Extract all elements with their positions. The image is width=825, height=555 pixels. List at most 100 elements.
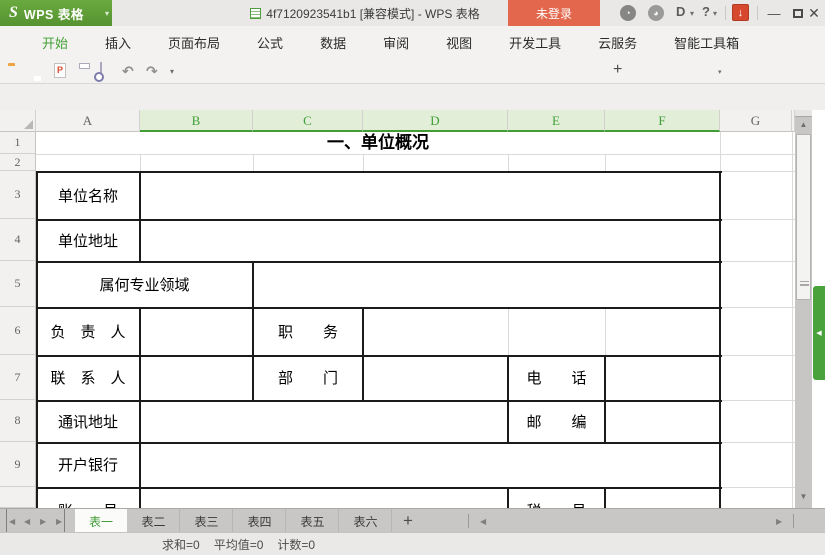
count-stat: 计数=0 (277, 537, 316, 552)
wps-logo-icon: S (9, 4, 18, 21)
redo-icon[interactable]: ↷ (146, 64, 158, 78)
cell-row10-left-label-clipped[interactable]: 账 号 (38, 489, 138, 509)
cell-person-in-charge-label[interactable]: 负 责 人 (38, 309, 138, 353)
selection-statistics: 求和=0 平均值=0 计数=0 (162, 533, 315, 555)
menu-tab-developer[interactable]: 开发工具 (509, 33, 561, 52)
scroll-down-icon[interactable]: ▼ (795, 492, 812, 501)
thumb-grip-icon (800, 281, 809, 286)
prev-sheet-icon[interactable]: ◀ (24, 509, 30, 533)
minimize-button[interactable]: — (762, 0, 786, 26)
ribbon-menu-bar: 开始 插入 页面布局 公式 数据 审阅 视图 开发工具 云服务 智能工具箱 (0, 26, 825, 58)
menu-tab-insert[interactable]: 插入 (105, 33, 131, 52)
menu-tab-home[interactable]: 开始 (42, 33, 68, 52)
download-icon[interactable]: ↓ (732, 4, 749, 21)
sheet-tab-3[interactable]: 表三 (181, 509, 233, 533)
cell-row10-right-label-clipped[interactable]: 税 号 (510, 489, 603, 509)
sheet-tab-6[interactable]: 表六 (340, 509, 392, 533)
divider (757, 6, 758, 20)
formula-bar: B12 ▾ fx (0, 84, 825, 193)
menu-tab-review[interactable]: 审阅 (383, 33, 409, 52)
column-header-d[interactable]: D (363, 110, 508, 132)
login-button[interactable]: 未登录 (508, 0, 600, 26)
undo-icon[interactable]: ↶ (122, 64, 134, 78)
sum-stat: 求和=0 (162, 537, 200, 552)
sheet-tab-2[interactable]: 表二 (128, 509, 180, 533)
skin-caret-icon[interactable]: ▾ (690, 9, 694, 18)
toolbar-more-icon[interactable]: ▾ (170, 67, 174, 76)
cell-unit-address-label[interactable]: 单位地址 (38, 221, 138, 259)
worksheet-section-title[interactable]: 一、单位概况 (36, 132, 720, 154)
hscroll-left-icon[interactable]: ◀ (480, 509, 486, 533)
vertical-scrollbar-thumb[interactable] (796, 134, 811, 300)
close-button[interactable]: ✕ (802, 0, 825, 26)
row-header-7[interactable]: 7 (0, 355, 36, 400)
split-handle[interactable] (468, 514, 469, 528)
row-header-8[interactable]: 8 (0, 400, 36, 442)
collapse-arrow-icon: ◀ (816, 330, 822, 337)
next-sheet-icon[interactable]: ▶ (40, 509, 46, 533)
sheet-tab-bar: ◀ ◀ ▶ ▶ 表一 表二 表三 表四 表五 表六 + ◀ | | | ▶ (0, 508, 825, 533)
cell-phone-label[interactable]: 电 话 (510, 357, 603, 398)
cell-postal-code-label[interactable]: 邮 编 (510, 402, 603, 440)
cell-contact-person-label[interactable]: 联 系 人 (38, 357, 138, 398)
column-header-c[interactable]: C (253, 110, 363, 132)
menu-tab-page-layout[interactable]: 页面布局 (168, 33, 220, 52)
column-header-g[interactable]: G (720, 110, 792, 132)
divider (725, 6, 726, 20)
split-handle[interactable] (793, 514, 794, 528)
scroll-up-icon[interactable]: ▲ (795, 120, 812, 129)
skin-icon[interactable]: D (676, 4, 685, 19)
menu-tab-cloud[interactable]: 云服务 (598, 33, 637, 52)
cell-professional-field-label[interactable]: 属何专业领域 (38, 263, 251, 305)
average-stat: 平均值=0 (213, 537, 264, 552)
title-bar: S WPS 表格 ▾ 4f7120923541b1 [兼容模式] - WPS 表… (0, 0, 825, 26)
sheet-tab-5[interactable]: 表五 (287, 509, 339, 533)
print-preview-icon[interactable] (100, 62, 102, 81)
sheet-tab-4[interactable]: 表四 (234, 509, 286, 533)
new-document-tab-button[interactable]: + (613, 61, 622, 79)
menu-tab-view[interactable]: 视图 (446, 33, 472, 52)
column-header-e[interactable]: E (508, 110, 605, 132)
column-header-f[interactable]: F (605, 110, 720, 132)
cell-unit-name-label[interactable]: 单位名称 (38, 173, 138, 217)
window-title-text: 4f7120923541b1 [兼容模式] - WPS 表格 (266, 6, 480, 21)
row-header-3[interactable]: 3 (0, 171, 36, 219)
first-sheet-icon[interactable]: ◀ (6, 509, 15, 533)
cell-position-label[interactable]: 职 务 (255, 309, 361, 353)
select-all-corner[interactable] (0, 110, 36, 132)
sheet-tab-1[interactable]: 表一 (75, 509, 127, 533)
menu-tab-formulas[interactable]: 公式 (257, 33, 283, 52)
hscroll-right-icon[interactable]: ▶ (776, 509, 782, 533)
help-icon[interactable]: ? (702, 4, 710, 19)
wps-spreadsheet-window: S WPS 表格 ▾ 4f7120923541b1 [兼容模式] - WPS 表… (0, 0, 825, 555)
select-all-triangle-icon (24, 120, 33, 129)
row-header-4[interactable]: 4 (0, 219, 36, 261)
export-pdf-icon[interactable]: P (54, 63, 66, 78)
menu-tab-smart-toolbox[interactable]: 智能工具箱 (674, 33, 739, 52)
spreadsheet-grid: A B C D E F G 1 2 3 4 5 6 7 8 9 一、单位概况 单… (0, 110, 825, 508)
menu-tab-data[interactable]: 数据 (320, 33, 346, 52)
add-sheet-button[interactable]: + (396, 509, 420, 533)
row-header-1[interactable]: 1 (0, 132, 36, 154)
column-header-a[interactable]: A (36, 110, 140, 132)
document-list-caret-icon[interactable]: ▾ (718, 68, 722, 76)
community-icon[interactable]: ◔ (620, 5, 636, 21)
vertical-split-handle[interactable] (795, 110, 812, 117)
quick-access-toolbar: P ↶ ↷ ▾ 4f71...a001 × 4f71...4d61 × 4f71… (0, 58, 825, 141)
row-header-6[interactable]: 6 (0, 307, 36, 355)
app-name: WPS 表格 (23, 7, 84, 22)
row-header-5[interactable]: 5 (0, 261, 36, 307)
chevron-down-icon[interactable]: ▾ (105, 9, 109, 18)
row-header-9[interactable]: 9 (0, 442, 36, 487)
service-icon[interactable]: ◕ (648, 5, 664, 21)
row-header-10[interactable] (0, 487, 36, 508)
wps-logo-menu[interactable]: S WPS 表格 ▾ (0, 0, 112, 26)
task-pane-collapse-tab[interactable]: ◀ (813, 286, 825, 380)
cell-bank-label[interactable]: 开户银行 (38, 444, 138, 485)
help-caret-icon[interactable]: ▾ (713, 9, 717, 18)
column-header-b[interactable]: B (140, 110, 253, 132)
cell-department-label[interactable]: 部 门 (255, 357, 361, 398)
cell-mailing-address-label[interactable]: 通讯地址 (38, 402, 138, 440)
row-header-2[interactable]: 2 (0, 154, 36, 171)
last-sheet-icon[interactable]: ▶ (56, 509, 66, 533)
